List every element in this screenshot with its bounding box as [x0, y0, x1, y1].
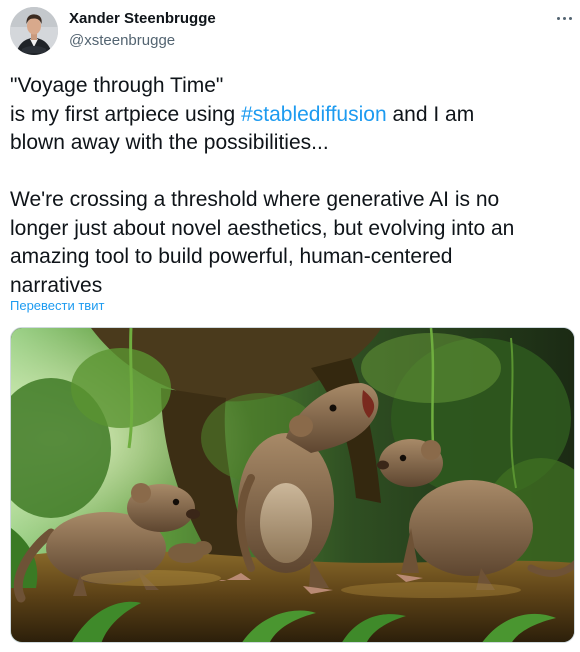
tweet-media-image[interactable] [10, 327, 575, 643]
more-horizontal-icon-dot [568, 16, 572, 20]
tweet-line: longer just about novel aesthetics, but … [10, 216, 515, 240]
hashtag-link[interactable]: #stablediffusion [241, 103, 387, 126]
jungle-rodents-artwork [11, 328, 574, 642]
more-options-button[interactable] [552, 8, 576, 28]
tweet-line: narratives [10, 273, 103, 297]
tweet-line-text: is my first artpiece using [10, 102, 242, 126]
tweet-line: amazing tool to build powerful, human-ce… [10, 245, 453, 268]
tweet-line: We're crossing a threshold where generat… [10, 188, 500, 211]
tweet-line: "Voyage through Time" [10, 74, 224, 97]
avatar[interactable] [10, 7, 58, 55]
author-name[interactable]: Xander Steenbrugge [69, 10, 216, 27]
avatar-photo [10, 7, 58, 55]
translate-tweet-link[interactable]: Перевести твит [10, 298, 104, 313]
more-horizontal-icon-dot [562, 16, 566, 20]
tweet-line-text: and I am [386, 102, 475, 126]
tweet-line: is my first artpiece using #stablediffus… [10, 101, 572, 130]
tweet-line: blown away with the possibilities... [10, 131, 329, 154]
tweet-text: "Voyage through Time" is my first artpie… [10, 72, 572, 300]
more-horizontal-icon [556, 16, 560, 20]
author-handle[interactable]: @xsteenbrugge [69, 32, 175, 49]
tweet-card[interactable]: Xander Steenbrugge @xsteenbrugge "Voyage… [0, 0, 580, 652]
